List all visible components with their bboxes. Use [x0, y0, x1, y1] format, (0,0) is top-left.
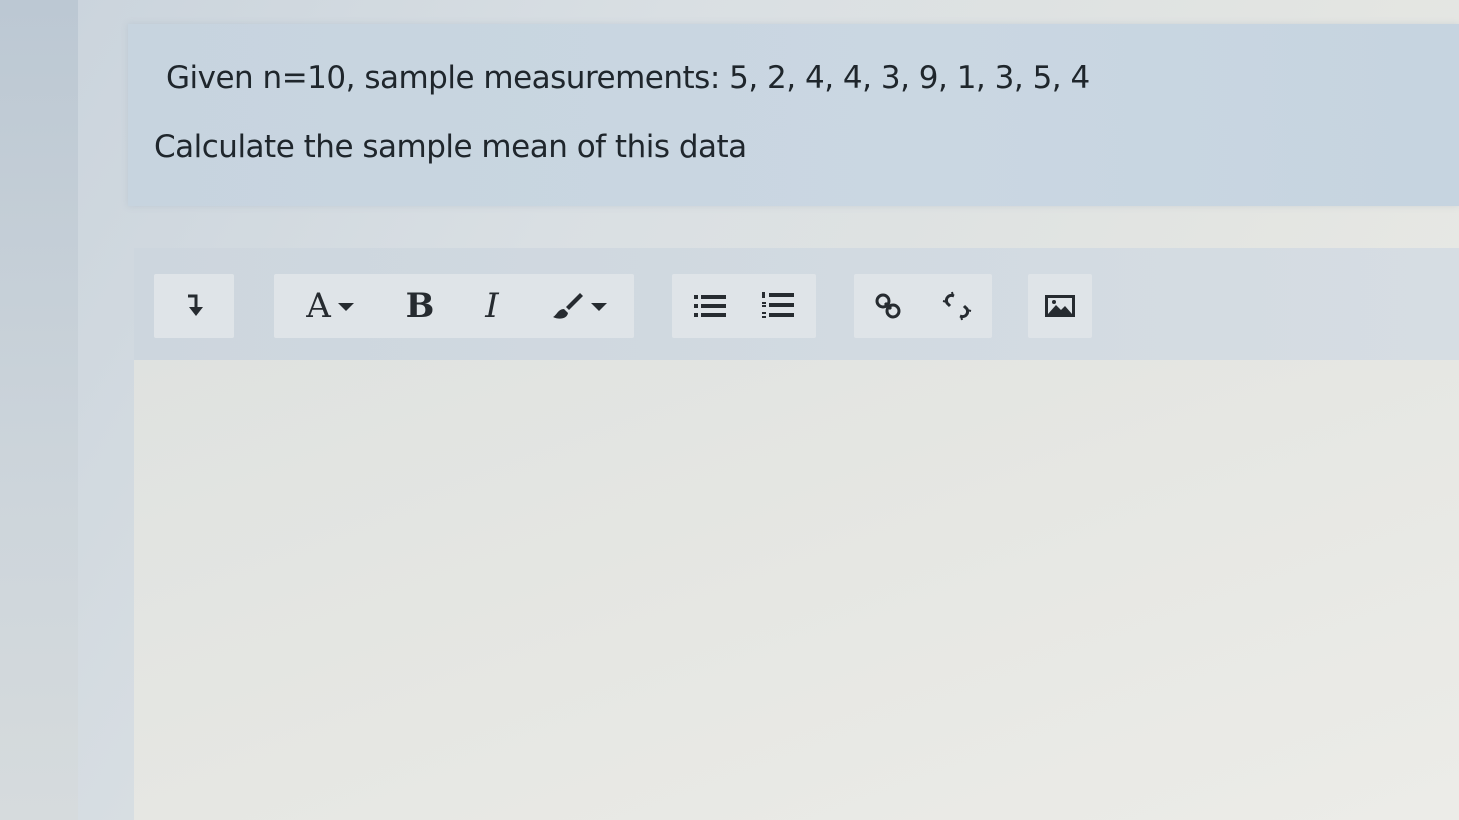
- numbered-list-icon: [762, 291, 794, 321]
- image-icon: [1044, 294, 1076, 318]
- italic-button[interactable]: I: [456, 274, 528, 338]
- answer-editor[interactable]: [134, 360, 1459, 820]
- ordered-list-button[interactable]: [744, 274, 812, 338]
- text-color-button[interactable]: [532, 274, 624, 338]
- question-panel: Given n=10, sample measurements: 5, 2, 4…: [128, 24, 1459, 206]
- toolbar-group-media: [1028, 274, 1092, 338]
- unlink-icon: [941, 290, 973, 322]
- font-size-label: A: [306, 286, 331, 326]
- unordered-list-button[interactable]: [676, 274, 744, 338]
- bold-label: B: [405, 286, 435, 326]
- link-icon: [873, 291, 903, 321]
- paragraph-format-button[interactable]: [154, 274, 234, 338]
- toolbar-group-text: A B I: [274, 274, 634, 338]
- toolbar-group-lists: [672, 274, 816, 338]
- page-margin: [0, 0, 78, 820]
- caret-down-icon: [590, 303, 607, 311]
- insert-link-button[interactable]: [854, 274, 922, 338]
- remove-link-button[interactable]: [922, 274, 992, 338]
- toolbar-group-links: [854, 274, 992, 338]
- font-size-button[interactable]: A: [280, 274, 380, 338]
- caret-down-icon: [337, 303, 354, 311]
- insert-image-button[interactable]: [1028, 274, 1092, 338]
- italic-label: I: [485, 286, 499, 326]
- bold-button[interactable]: B: [384, 274, 456, 338]
- editor-toolbar: A B I: [134, 248, 1459, 360]
- question-data-line: Given n=10, sample measurements: 5, 2, 4…: [166, 60, 1090, 96]
- bullet-list-icon: [694, 293, 726, 319]
- arrow-down-icon: [185, 293, 203, 319]
- toolbar-group-paragraph: [154, 274, 234, 338]
- question-prompt-line: Calculate the sample mean of this data: [154, 129, 747, 165]
- brush-icon: [550, 291, 584, 321]
